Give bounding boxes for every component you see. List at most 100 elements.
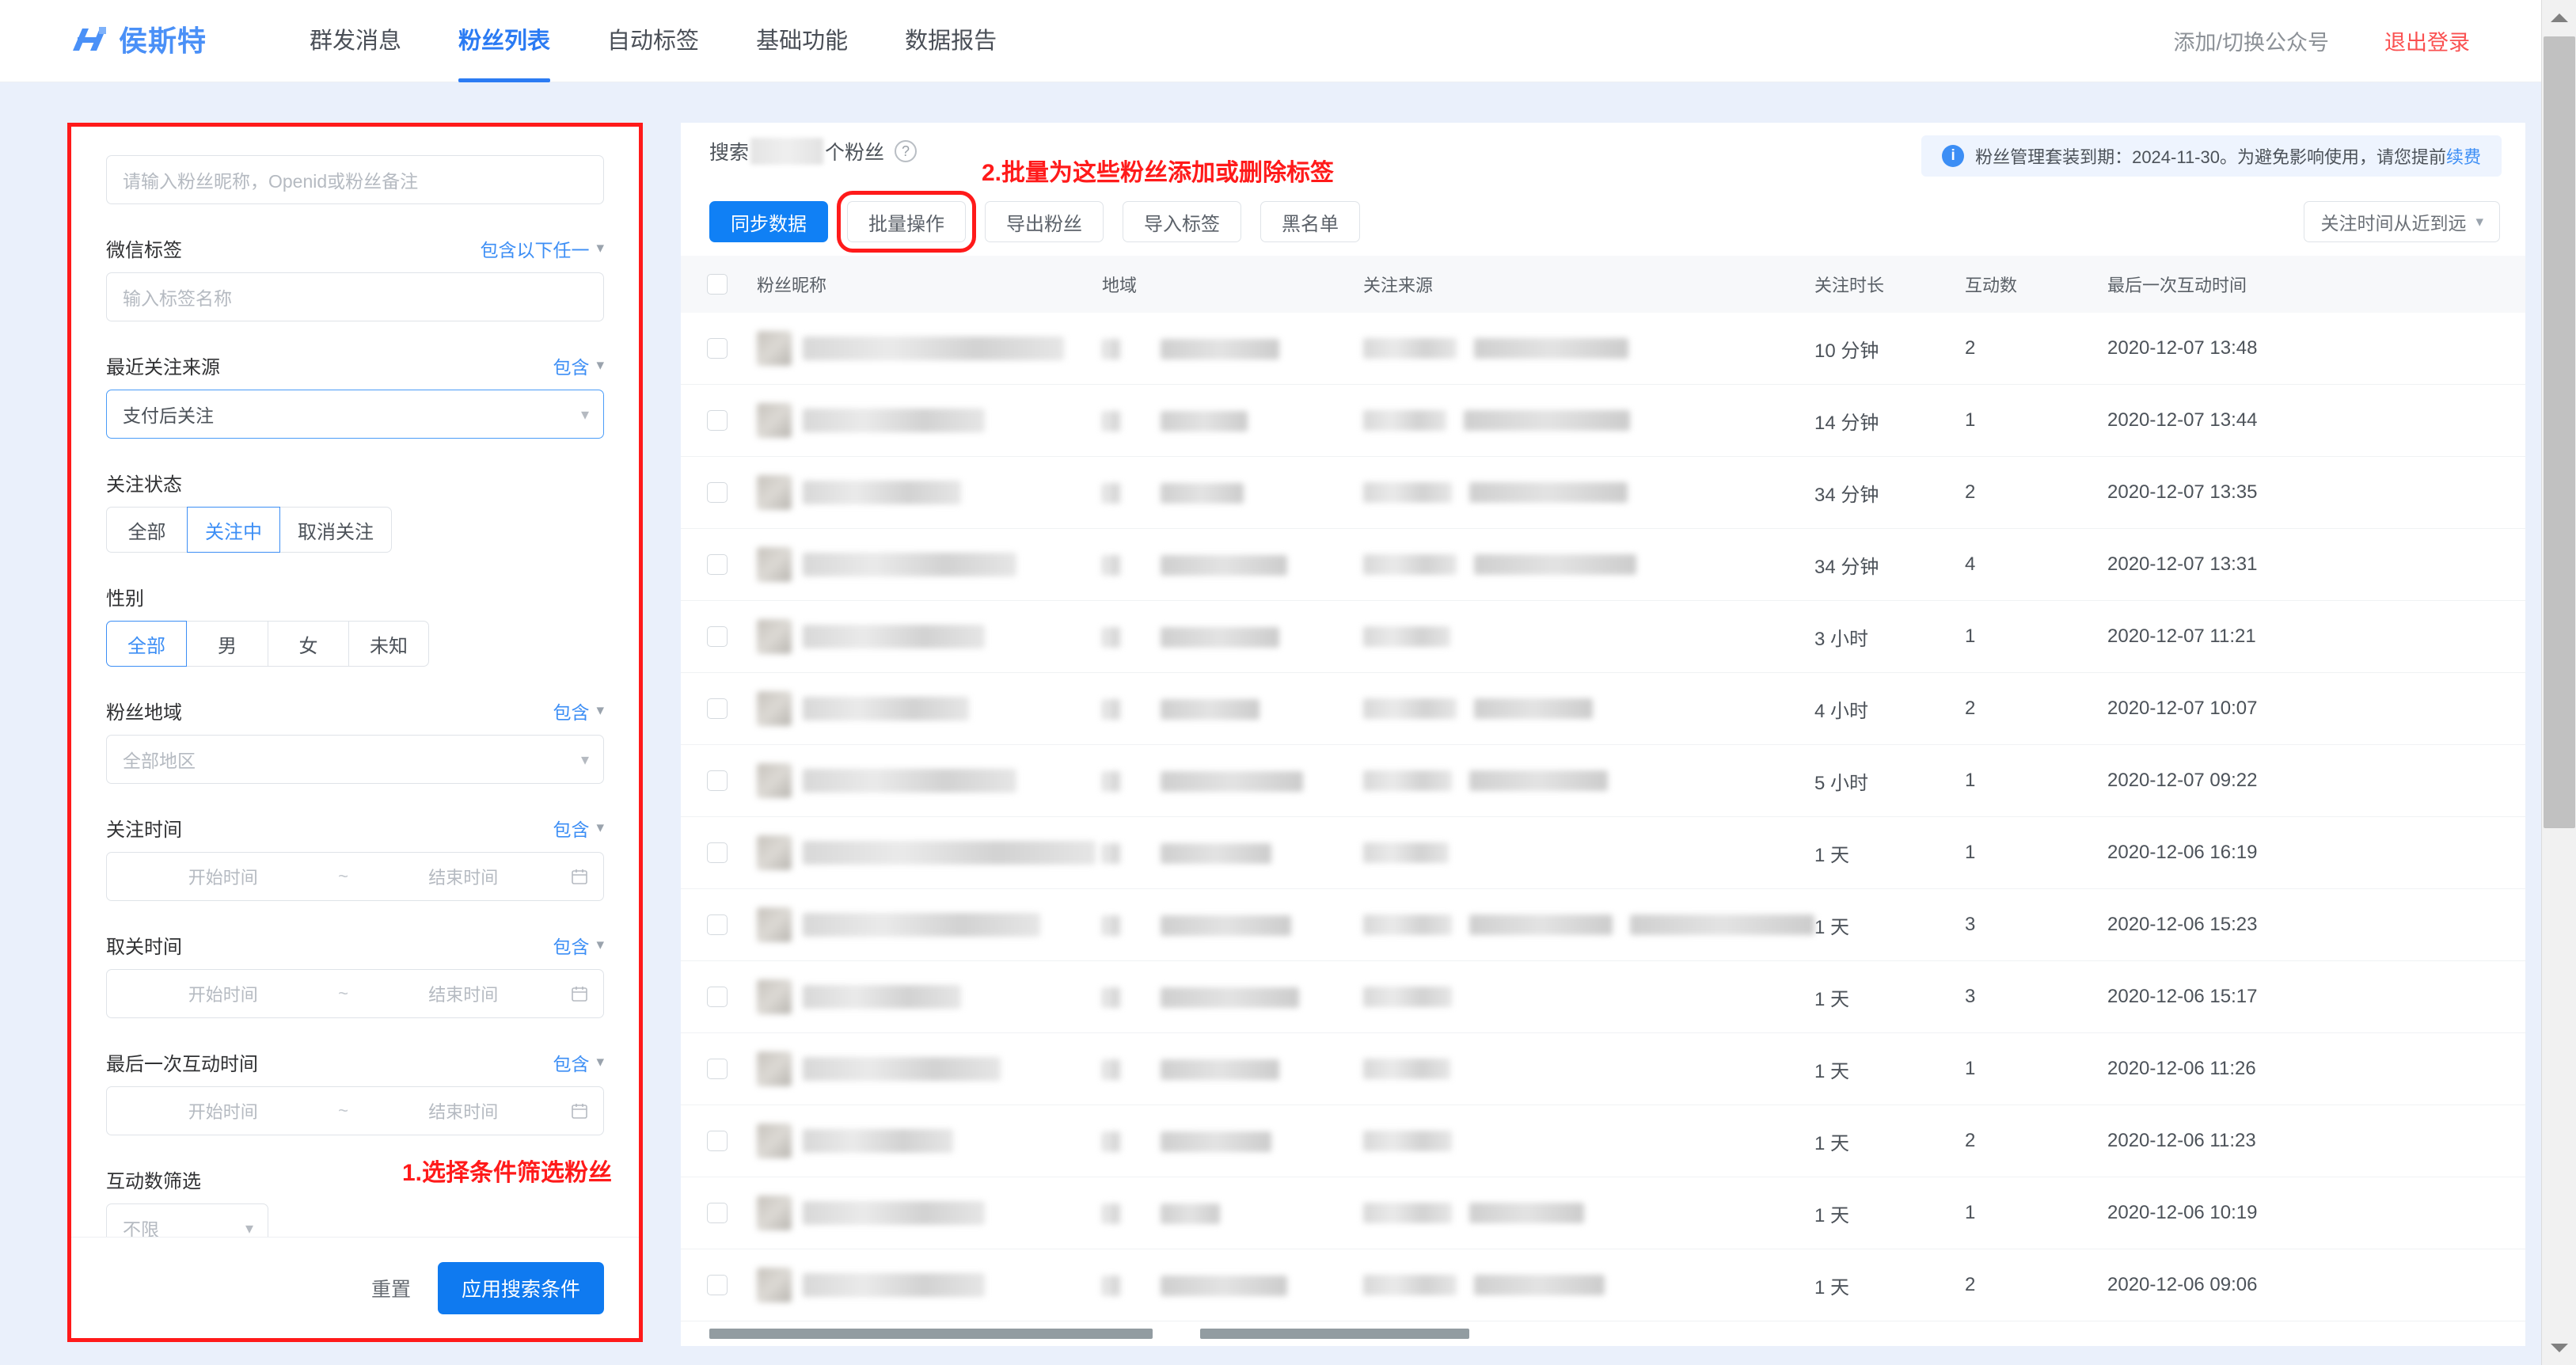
fan-table: 粉丝昵称 地域 关注来源 关注时长 互动数 最后一次互动时间 10 分钟 2 202… xyxy=(681,256,2525,1321)
horizontal-scrollbar-thumb-secondary[interactable] xyxy=(1200,1329,1469,1339)
row-select-checkbox[interactable] xyxy=(707,482,728,503)
batch-operation-button[interactable]: 批量操作 xyxy=(837,191,976,253)
cell-region xyxy=(1102,1058,1363,1080)
renew-link[interactable]: 续费 xyxy=(2446,143,2481,169)
fan-table-row[interactable]: 10 分钟 2 2020-12-07 13:48 xyxy=(681,313,2525,385)
source-redacted xyxy=(1363,410,1446,431)
cell-nickname xyxy=(754,475,1102,510)
unfollow-time-mode-dropdown[interactable]: 包含 ▾ xyxy=(553,932,604,959)
page-scrollbar[interactable] xyxy=(2541,0,2576,1365)
follow-status-option-following[interactable]: 关注中 xyxy=(187,507,280,553)
horizontal-scrollbar-thumb[interactable] xyxy=(709,1329,1153,1339)
fan-table-row[interactable]: 34 分钟 4 2020-12-07 13:31 xyxy=(681,529,2525,601)
gender-option-female[interactable]: 女 xyxy=(268,621,348,667)
gender-option-all[interactable]: 全部 xyxy=(106,621,187,667)
follow-status-option-unfollowed[interactable]: 取消关注 xyxy=(280,507,392,553)
export-fans-button[interactable]: 导出粉丝 xyxy=(985,201,1104,242)
recent-source-select[interactable]: 支付后关注 ▾ xyxy=(106,390,604,439)
reset-button[interactable]: 重置 xyxy=(371,1274,411,1302)
calendar-icon[interactable] xyxy=(565,1101,589,1120)
fan-table-row[interactable]: 1 天 3 2020-12-06 15:17 xyxy=(681,961,2525,1033)
row-select-checkbox[interactable] xyxy=(707,987,728,1007)
follow-time-start-placeholder[interactable]: 开始时间 xyxy=(121,864,325,889)
unfollow-time-daterange[interactable]: 开始时间 ~ 结束时间 xyxy=(106,969,604,1018)
nav-item-auto-tag[interactable]: 自动标签 xyxy=(607,0,699,82)
source-detail-redacted xyxy=(1469,482,1628,503)
region-name-redacted xyxy=(1161,554,1287,576)
row-select-checkbox[interactable] xyxy=(707,338,728,359)
select-all-checkbox[interactable] xyxy=(707,274,728,295)
nav-item-basic-features[interactable]: 基础功能 xyxy=(756,0,848,82)
unfollow-time-start-placeholder[interactable]: 开始时间 xyxy=(121,981,325,1006)
follow-time-mode-dropdown[interactable]: 包含 ▾ xyxy=(553,815,604,842)
cell-region xyxy=(1102,337,1363,359)
column-header-source: 关注来源 xyxy=(1363,276,1434,295)
logout-link[interactable]: 退出登录 xyxy=(2384,25,2470,56)
last-interaction-end-placeholder[interactable]: 结束时间 xyxy=(362,1098,566,1124)
fan-table-row[interactable]: 34 分钟 2 2020-12-07 13:35 xyxy=(681,457,2525,529)
scroll-up-arrow-icon[interactable] xyxy=(2542,0,2576,35)
sync-data-button[interactable]: 同步数据 xyxy=(709,201,828,242)
row-select-checkbox[interactable] xyxy=(707,770,728,791)
region-redacted xyxy=(1102,987,1121,1008)
apply-search-button[interactable]: 应用搜索条件 xyxy=(437,1261,604,1314)
row-select-checkbox[interactable] xyxy=(707,1275,728,1295)
fan-table-row[interactable]: 1 天 2 2020-12-06 11:23 xyxy=(681,1105,2525,1177)
fan-table-row[interactable]: 3 小时 1 2020-12-07 11:21 xyxy=(681,601,2525,673)
fan-table-row[interactable]: 1 天 1 2020-12-06 16:19 xyxy=(681,817,2525,889)
row-select-checkbox[interactable] xyxy=(707,1059,728,1079)
scroll-down-arrow-icon[interactable] xyxy=(2542,1330,2576,1365)
cell-interactions: 3 xyxy=(1965,914,1976,935)
keyword-search-input[interactable]: 请输入粉丝昵称，Openid或粉丝备注 xyxy=(106,155,604,204)
blacklist-button[interactable]: 黑名单 xyxy=(1260,201,1360,242)
import-tags-button[interactable]: 导入标签 xyxy=(1123,201,1241,242)
row-select-checkbox[interactable] xyxy=(707,698,728,719)
nickname-redacted xyxy=(803,697,969,721)
row-select-checkbox[interactable] xyxy=(707,554,728,575)
follow-time-end-placeholder[interactable]: 结束时间 xyxy=(362,864,566,889)
row-select-checkbox[interactable] xyxy=(707,626,728,647)
row-select-checkbox[interactable] xyxy=(707,1131,728,1151)
calendar-icon[interactable] xyxy=(565,984,589,1003)
fan-table-row[interactable]: 1 天 1 2020-12-06 11:26 xyxy=(681,1033,2525,1105)
nav-item-mass-message[interactable]: 群发消息 xyxy=(310,0,401,82)
source-redacted xyxy=(1363,554,1457,575)
calendar-icon[interactable] xyxy=(565,867,589,886)
region-redacted xyxy=(1102,554,1121,576)
fan-table-row[interactable]: 1 天 1 2020-12-06 10:19 xyxy=(681,1177,2525,1249)
row-select-checkbox[interactable] xyxy=(707,1203,728,1223)
last-interaction-start-placeholder[interactable]: 开始时间 xyxy=(121,1098,325,1124)
fan-table-row[interactable]: 4 小时 2 2020-12-07 10:07 xyxy=(681,673,2525,745)
fan-region-mode-dropdown[interactable]: 包含 ▾ xyxy=(553,698,604,724)
nav-item-data-report[interactable]: 数据报告 xyxy=(905,0,997,82)
switch-account-link[interactable]: 添加/切换公众号 xyxy=(2173,25,2329,56)
fan-table-row[interactable]: 14 分钟 1 2020-12-07 13:44 xyxy=(681,385,2525,457)
fan-table-row[interactable]: 5 小时 1 2020-12-07 09:22 xyxy=(681,745,2525,817)
fan-table-row[interactable]: 1 天 3 2020-12-06 15:23 xyxy=(681,889,2525,961)
wechat-tag-mode-dropdown[interactable]: 包含以下任一 ▾ xyxy=(480,235,604,262)
table-horizontal-scrollbar[interactable] xyxy=(709,1329,1691,1339)
recent-source-mode-value: 包含 xyxy=(553,356,590,378)
fan-table-row[interactable]: 1 天 2 2020-12-06 09:06 xyxy=(681,1249,2525,1321)
interaction-count-select[interactable]: 不限 ▾ xyxy=(106,1203,268,1237)
scrollbar-thumb[interactable] xyxy=(2544,36,2575,828)
last-interaction-time-daterange[interactable]: 开始时间 ~ 结束时间 xyxy=(106,1086,604,1135)
gender-option-unknown[interactable]: 未知 xyxy=(348,621,429,667)
nav-item-fan-list[interactable]: 粉丝列表 xyxy=(458,0,551,82)
sort-order-select[interactable]: 关注时间从近到远 ▾ xyxy=(2304,201,2500,242)
question-mark-icon[interactable]: ? xyxy=(895,140,918,162)
unfollow-time-end-placeholder[interactable]: 结束时间 xyxy=(362,981,566,1006)
row-select-checkbox[interactable] xyxy=(707,410,728,431)
row-select-checkbox[interactable] xyxy=(707,914,728,935)
last-interaction-time-mode-dropdown[interactable]: 包含 ▾ xyxy=(553,1049,604,1076)
recent-source-mode-dropdown[interactable]: 包含 ▾ xyxy=(553,352,604,379)
fan-region-select[interactable]: 全部地区 ▾ xyxy=(106,735,604,784)
brand-logo[interactable]: 侯斯特 xyxy=(70,24,207,59)
follow-time-daterange[interactable]: 开始时间 ~ 结束时间 xyxy=(106,852,604,901)
wechat-tag-input[interactable]: 输入标签名称 xyxy=(106,272,604,321)
row-select-checkbox[interactable] xyxy=(707,842,728,863)
follow-status-option-all[interactable]: 全部 xyxy=(106,507,187,553)
row-checkbox-cell xyxy=(681,1275,754,1295)
gender-option-male[interactable]: 男 xyxy=(187,621,268,667)
app-header: 侯斯特 群发消息 粉丝列表 自动标签 基础功能 数据报告 添加/切换公众号 退出… xyxy=(0,0,2541,82)
